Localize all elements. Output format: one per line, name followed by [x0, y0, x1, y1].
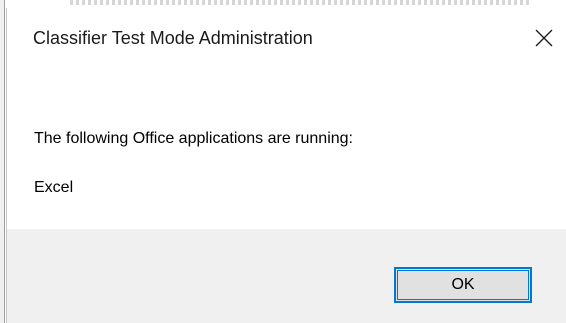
background-text-fragment	[70, 0, 530, 5]
background-window-edge	[0, 0, 566, 8]
message-dialog: Classifier Test Mode Administration The …	[6, 8, 566, 323]
background-window-border	[0, 0, 5, 323]
dialog-footer: OK	[7, 229, 566, 323]
dialog-message: The following Office applications are ru…	[34, 130, 353, 147]
dialog-titlebar[interactable]: Classifier Test Mode Administration	[7, 8, 566, 64]
dialog-title: Classifier Test Mode Administration	[33, 28, 313, 48]
close-button[interactable]	[526, 20, 562, 56]
running-application-name: Excel	[34, 179, 74, 196]
ok-button[interactable]: OK	[394, 267, 532, 303]
close-icon	[535, 29, 553, 47]
dialog-content: The following Office applications are ru…	[7, 64, 566, 229]
